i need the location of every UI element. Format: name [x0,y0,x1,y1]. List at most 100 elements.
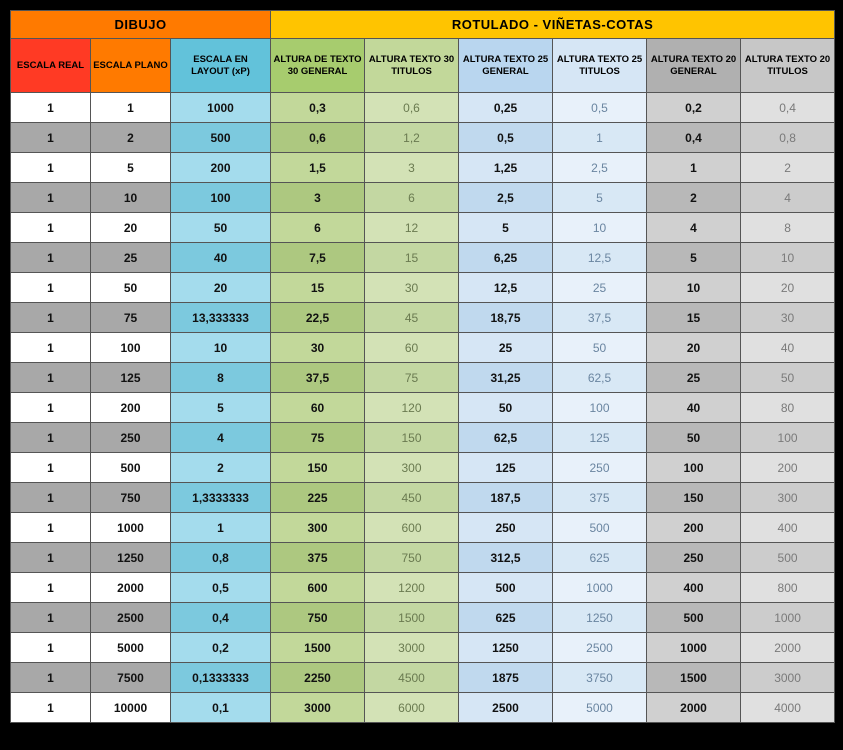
cell-layout: 0,4 [171,603,271,633]
cell-25g: 18,75 [459,303,553,333]
cell-plano: 7500 [91,663,171,693]
cell-real: 1 [11,423,91,453]
cell-30t: 150 [365,423,459,453]
cell-layout: 0,1 [171,693,271,723]
scale-table-wrapper: DIBUJO ROTULADO - VIÑETAS-COTAS ESCALA R… [10,10,833,723]
table-body: 1110000,30,60,250,50,20,4125000,61,20,51… [11,93,835,723]
cell-30g: 15 [271,273,365,303]
cell-30t: 15 [365,243,459,273]
cell-real: 1 [11,153,91,183]
cell-plano: 1000 [91,513,171,543]
cell-real: 1 [11,183,91,213]
cell-25t: 125 [553,423,647,453]
cell-layout: 1000 [171,93,271,123]
cell-30t: 45 [365,303,459,333]
cell-25g: 31,25 [459,363,553,393]
cell-30t: 3 [365,153,459,183]
cell-25t: 5000 [553,693,647,723]
cell-30t: 300 [365,453,459,483]
cell-30t: 0,6 [365,93,459,123]
table-row: 1205061251048 [11,213,835,243]
cell-20t: 0,8 [741,123,835,153]
cell-30g: 3 [271,183,365,213]
cell-plano: 125 [91,363,171,393]
cell-25t: 3750 [553,663,647,693]
cell-20t: 200 [741,453,835,483]
cell-30g: 1500 [271,633,365,663]
cell-30t: 1200 [365,573,459,603]
cell-20g: 1500 [647,663,741,693]
cell-25t: 12,5 [553,243,647,273]
cell-30t: 30 [365,273,459,303]
cell-20g: 10 [647,273,741,303]
cell-25t: 100 [553,393,647,423]
cell-plano: 2500 [91,603,171,633]
cell-layout: 0,8 [171,543,271,573]
cell-plano: 2000 [91,573,171,603]
cell-25t: 2,5 [553,153,647,183]
cell-real: 1 [11,243,91,273]
cell-layout: 0,5 [171,573,271,603]
table-row: 120000,560012005001000400800 [11,573,835,603]
cell-plano: 20 [91,213,171,243]
cell-real: 1 [11,303,91,333]
cell-plano: 25 [91,243,171,273]
cell-plano: 75 [91,303,171,333]
cell-20t: 2000 [741,633,835,663]
table-row: 125000,61,20,510,40,8 [11,123,835,153]
cell-real: 1 [11,93,91,123]
header-texto20-general: ALTURA TEXTO 20 GENERAL [647,39,741,93]
cell-25t: 250 [553,453,647,483]
cell-25g: 1875 [459,663,553,693]
section-rotulado: ROTULADO - VIÑETAS-COTAS [271,11,835,39]
cell-layout: 0,2 [171,633,271,663]
table-row: 175000,1333333225045001875375015003000 [11,663,835,693]
cell-25t: 62,5 [553,363,647,393]
cell-25t: 2500 [553,633,647,663]
table-row: 125407,5156,2512,5510 [11,243,835,273]
cell-25g: 187,5 [459,483,553,513]
cell-real: 1 [11,393,91,423]
cell-20t: 300 [741,483,835,513]
cell-20g: 1 [647,153,741,183]
cell-20t: 50 [741,363,835,393]
cell-20g: 100 [647,453,741,483]
cell-20t: 10 [741,243,835,273]
cell-30g: 1,5 [271,153,365,183]
cell-layout: 1,3333333 [171,483,271,513]
cell-30g: 2250 [271,663,365,693]
cell-25g: 50 [459,393,553,423]
cell-30t: 750 [365,543,459,573]
table-row: 1110000,30,60,250,50,20,4 [11,93,835,123]
cell-20t: 400 [741,513,835,543]
cell-plano: 100 [91,333,171,363]
cell-25g: 25 [459,333,553,363]
cell-layout: 500 [171,123,271,153]
table-row: 15020153012,5251020 [11,273,835,303]
cell-real: 1 [11,333,91,363]
cell-layout: 100 [171,183,271,213]
cell-20g: 2 [647,183,741,213]
cell-30g: 0,3 [271,93,365,123]
cell-plano: 5000 [91,633,171,663]
cell-20g: 1000 [647,633,741,663]
cell-25g: 2500 [459,693,553,723]
table-row: 17513,33333322,54518,7537,51530 [11,303,835,333]
cell-real: 1 [11,513,91,543]
cell-real: 1 [11,573,91,603]
table-row: 150000,2150030001250250010002000 [11,633,835,663]
cell-plano: 200 [91,393,171,423]
cell-plano: 750 [91,483,171,513]
cell-20g: 4 [647,213,741,243]
cell-20g: 15 [647,303,741,333]
cell-30t: 600 [365,513,459,543]
cell-real: 1 [11,603,91,633]
cell-layout: 2 [171,453,271,483]
cell-25g: 62,5 [459,423,553,453]
cell-30g: 30 [271,333,365,363]
cell-20t: 3000 [741,663,835,693]
cell-20g: 200 [647,513,741,543]
cell-plano: 2 [91,123,171,153]
cell-25t: 500 [553,513,647,543]
cell-25t: 5 [553,183,647,213]
